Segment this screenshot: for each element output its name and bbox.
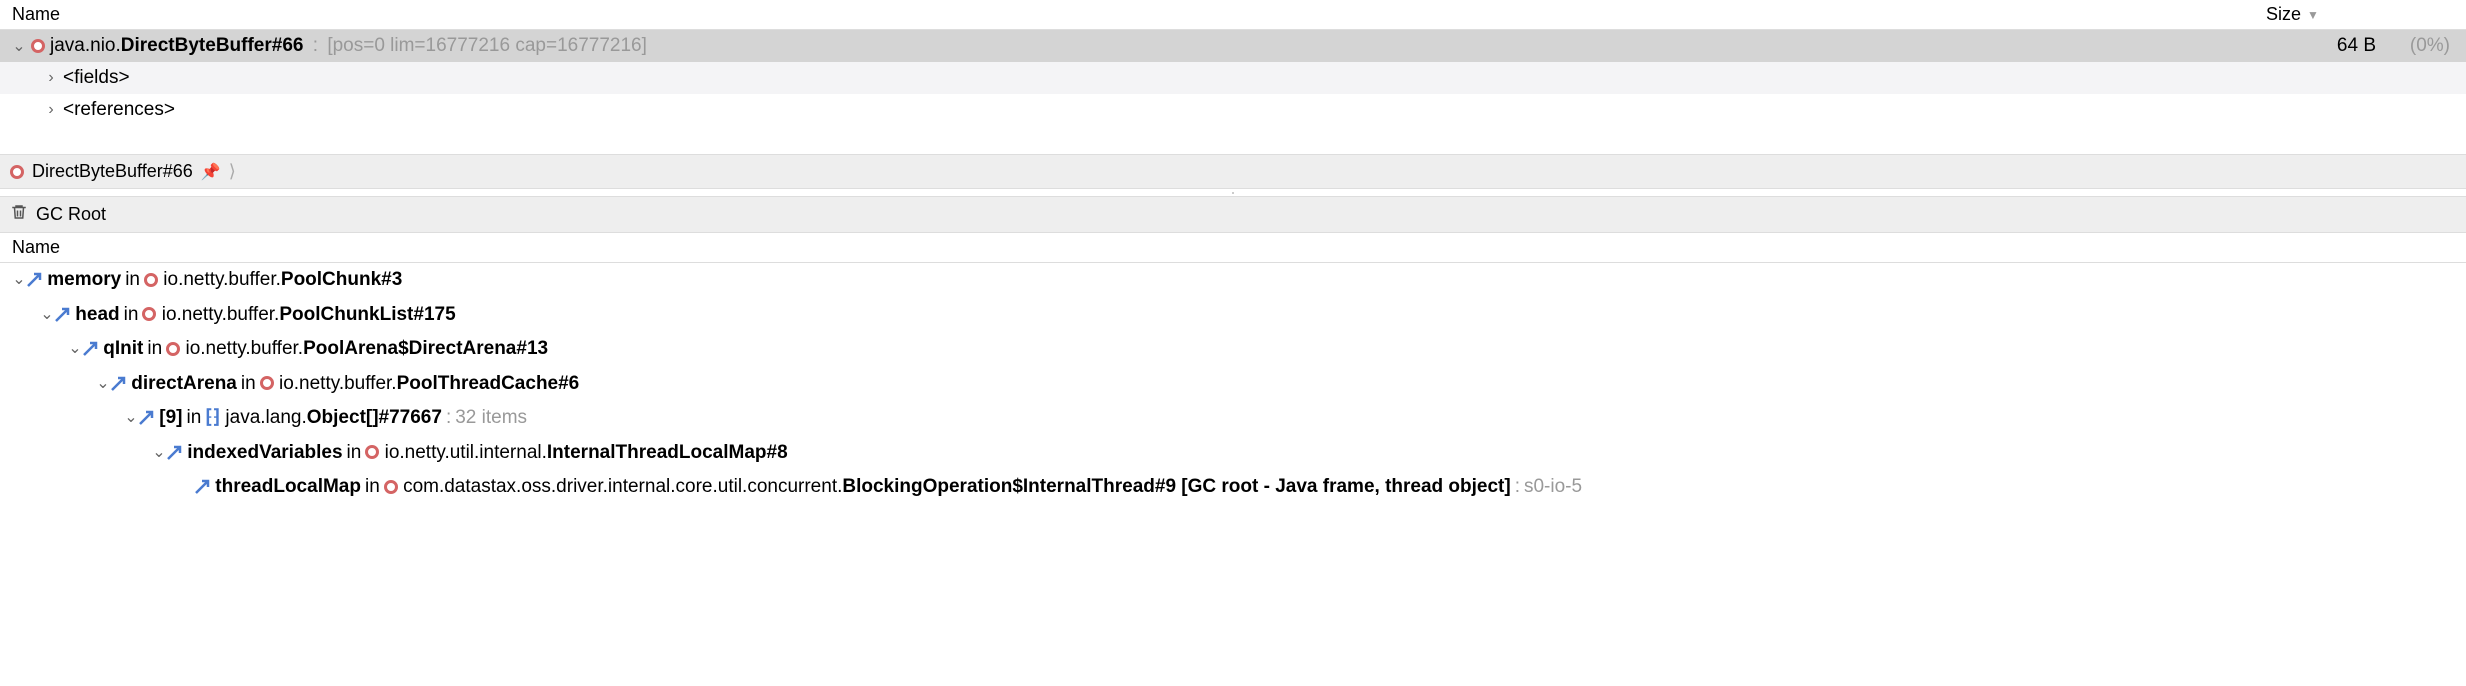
resize-handle[interactable] bbox=[0, 189, 2466, 197]
in-text: in bbox=[343, 442, 366, 463]
chevron-right-icon[interactable] bbox=[44, 101, 58, 119]
field-ref-icon bbox=[138, 410, 154, 426]
field-ref-icon bbox=[194, 479, 210, 495]
tree-row[interactable]: indexedVariablesin io.netty.util.interna… bbox=[0, 436, 2466, 471]
detail-text: 32 items bbox=[455, 407, 527, 428]
chevron-down-icon[interactable] bbox=[68, 337, 82, 361]
column-size[interactable]: Size ▼ bbox=[2258, 4, 2458, 25]
chevron-down-icon[interactable] bbox=[12, 36, 26, 56]
references-label: <references> bbox=[63, 99, 175, 121]
gc-root-tree: memoryin io.netty.buffer.PoolChunk#3 hea… bbox=[0, 263, 2466, 505]
field-name: [9] bbox=[159, 407, 182, 428]
class-icon bbox=[260, 376, 274, 390]
class-icon bbox=[144, 273, 158, 287]
field-ref-icon bbox=[54, 307, 70, 323]
gc-root-toolbar: GC Root bbox=[0, 197, 2466, 233]
tree-row[interactable]: qInitin io.netty.buffer.PoolArena$Direct… bbox=[0, 332, 2466, 367]
tree-row[interactable]: memoryin io.netty.buffer.PoolChunk#3 bbox=[0, 263, 2466, 298]
class-icon bbox=[384, 480, 398, 494]
pin-icon[interactable]: 📌 bbox=[201, 162, 221, 182]
package-text: com.datastax.oss.driver.internal.core.ut… bbox=[403, 476, 842, 497]
chevron-down-icon[interactable] bbox=[12, 268, 26, 292]
spacer bbox=[0, 126, 2466, 154]
tree-row[interactable]: directArenain io.netty.buffer.PoolThread… bbox=[0, 367, 2466, 402]
field-name: indexedVariables bbox=[187, 442, 342, 463]
column-header-row: Name Size ▼ bbox=[0, 0, 2466, 30]
column-name[interactable]: Name bbox=[12, 4, 2258, 25]
class-text: PoolChunkList#175 bbox=[279, 304, 455, 325]
class-icon bbox=[10, 165, 24, 179]
class-icon bbox=[166, 342, 180, 356]
field-name: threadLocalMap bbox=[215, 476, 361, 497]
package-text: java.lang. bbox=[225, 407, 306, 428]
tree-row[interactable]: [9]in⁅⁆ java.lang.Object[]#77667:32 item… bbox=[0, 401, 2466, 436]
in-text: in bbox=[120, 304, 143, 325]
in-text: in bbox=[143, 338, 166, 359]
object-tree: java.nio.DirectByteBuffer#66 : [pos=0 li… bbox=[0, 30, 2466, 126]
field-name: memory bbox=[47, 269, 121, 290]
sort-descending-icon: ▼ bbox=[2307, 8, 2319, 22]
tree-row-references[interactable]: <references> bbox=[0, 94, 2466, 126]
tree-row[interactable]: headin io.netty.buffer.PoolChunkList#175 bbox=[0, 298, 2466, 333]
field-name: qInit bbox=[103, 338, 143, 359]
trash-icon[interactable] bbox=[10, 203, 28, 226]
class-icon bbox=[365, 445, 379, 459]
tree-row[interactable]: threadLocalMapin com.datastax.oss.driver… bbox=[0, 470, 2466, 505]
breadcrumb-label[interactable]: DirectByteBuffer#66 bbox=[32, 161, 193, 182]
class-text: Object[]#77667 bbox=[307, 407, 442, 428]
field-ref-icon bbox=[166, 445, 182, 461]
class-text: BlockingOperation$InternalThread#9 [GC r… bbox=[842, 476, 1510, 497]
class-text: PoolThreadCache#6 bbox=[397, 373, 580, 394]
class-text: InternalThreadLocalMap#8 bbox=[547, 442, 788, 463]
class-icon bbox=[31, 39, 45, 53]
chevron-down-icon[interactable] bbox=[152, 441, 166, 465]
class-text: PoolArena$DirectArena#13 bbox=[303, 338, 548, 359]
field-name: head bbox=[75, 304, 119, 325]
detail-text: s0-io-5 bbox=[1524, 476, 1582, 497]
in-text: in bbox=[237, 373, 260, 394]
class-icon bbox=[142, 307, 156, 321]
column-size-label: Size bbox=[2266, 4, 2301, 25]
field-ref-icon bbox=[110, 376, 126, 392]
package-text: io.netty.buffer. bbox=[185, 338, 303, 359]
field-ref-icon bbox=[82, 341, 98, 357]
in-text: in bbox=[361, 476, 384, 497]
chevron-down-icon[interactable] bbox=[96, 372, 110, 396]
breadcrumb-bar: DirectByteBuffer#66 📌 ⟩ bbox=[0, 154, 2466, 189]
field-name: directArena bbox=[131, 373, 237, 394]
class-text: PoolChunk#3 bbox=[281, 269, 402, 290]
package-text: io.netty.buffer. bbox=[279, 373, 397, 394]
field-ref-icon bbox=[26, 272, 42, 288]
fields-label: <fields> bbox=[63, 67, 130, 89]
package-text: io.netty.buffer. bbox=[162, 304, 280, 325]
in-text: in bbox=[121, 269, 144, 290]
column-header-name2[interactable]: Name bbox=[0, 233, 2466, 263]
size-percent: (0%) bbox=[2388, 35, 2458, 57]
package-text: io.netty.util.internal. bbox=[385, 442, 547, 463]
package-text: java.nio. bbox=[50, 35, 121, 56]
package-text: io.netty.buffer. bbox=[163, 269, 281, 290]
tree-row-root[interactable]: java.nio.DirectByteBuffer#66 : [pos=0 li… bbox=[0, 30, 2466, 62]
in-text: in bbox=[183, 407, 206, 428]
class-text: DirectByteBuffer#66 bbox=[121, 35, 304, 56]
chevron-right-icon[interactable]: ⟩ bbox=[229, 161, 236, 182]
chevron-right-icon[interactable] bbox=[44, 69, 58, 87]
detail-text: [pos=0 lim=16777216 cap=16777216] bbox=[327, 35, 647, 56]
colon: : bbox=[309, 35, 322, 56]
chevron-down-icon[interactable] bbox=[40, 303, 54, 327]
chevron-down-icon[interactable] bbox=[124, 406, 138, 430]
tree-row-fields[interactable]: <fields> bbox=[0, 62, 2466, 94]
size-value: 64 B bbox=[2238, 35, 2388, 57]
gc-root-label: GC Root bbox=[36, 204, 106, 225]
array-icon: ⁅⁆ bbox=[205, 407, 220, 428]
